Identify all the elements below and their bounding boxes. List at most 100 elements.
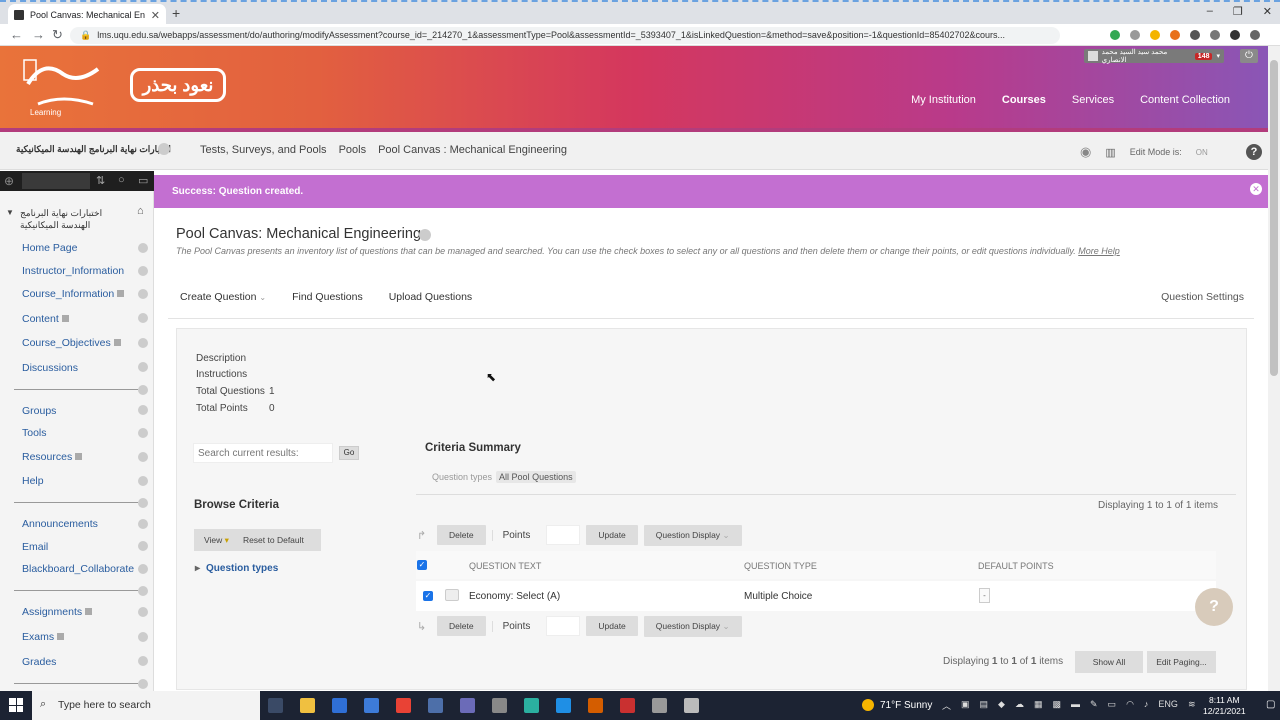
notification-badge[interactable]: 148 [1194,52,1213,60]
breadcrumb-pools[interactable]: Pools [339,144,367,156]
edit-mode-toggle[interactable]: ON [1196,148,1208,157]
tray-icon[interactable]: ▣ [961,699,970,712]
sidebar-item-instructor-information[interactable]: Instructor_Information [22,265,124,277]
clock[interactable]: 8:11 AM 12/21/2021 [1203,695,1246,717]
sidebar-item-grades[interactable]: Grades [22,656,56,668]
wifi-icon[interactable]: ◠ [1126,699,1134,712]
page-title-chevron-icon[interactable] [419,229,431,241]
battery-icon[interactable]: ▭ [1108,699,1117,712]
nav-services[interactable]: Services [1072,94,1114,106]
sidebar-item-menu-icon[interactable] [138,679,148,689]
tray-icon[interactable]: ▦ [1034,699,1043,712]
sidebar-item-home-page[interactable]: Home Page [22,242,77,254]
sidebar-course-title[interactable]: اختبارات نهاية البرنامج الهندسة الميكاني… [20,207,130,231]
points-input[interactable] [546,525,581,545]
sidebar-item-menu-icon[interactable] [138,541,148,551]
tray-icon[interactable]: ◆ [998,699,1005,712]
view-button[interactable]: View ▾ [204,535,229,546]
upload-questions-button[interactable]: Upload Questions [389,291,472,303]
row-checkbox[interactable]: ✓ [423,591,433,601]
edge-icon[interactable] [556,698,571,713]
more-help-link[interactable]: More Help [1078,246,1120,256]
profile-avatar-icon[interactable] [1230,30,1240,40]
logout-icon[interactable]: ⏻ [1240,49,1258,63]
column-question-text[interactable]: QUESTION TEXT [469,561,541,571]
volume-icon[interactable]: ♪ [1144,699,1149,712]
pdf-icon[interactable]: ▩ [1052,699,1061,712]
sidebar-item-content[interactable]: Content [22,313,69,325]
task-view-icon[interactable] [268,698,283,713]
sidebar-item-announcements[interactable]: Announcements [22,518,98,530]
onedrive-icon[interactable]: ☁ [1015,699,1024,712]
reorder-icon[interactable]: ⇅ [96,174,105,187]
question-menu-icon[interactable] [445,589,459,601]
help-icon[interactable]: ? [1246,144,1262,160]
sidebar-item-menu-icon[interactable] [138,338,148,348]
update-button[interactable]: Update [586,525,638,545]
new-tab-icon[interactable]: + [172,5,180,21]
nav-content-collection[interactable]: Content Collection [1140,94,1230,106]
sidebar-item-menu-icon[interactable] [138,498,148,508]
collapse-triangle-icon[interactable]: ▼ [6,208,14,217]
delete-button[interactable]: Delete [437,525,486,545]
question-display-button[interactable]: Question Display ⌄ [643,615,742,637]
close-icon[interactable]: ✕ [1250,183,1262,195]
app-icon[interactable] [492,698,507,713]
app-icon[interactable] [652,698,667,713]
update-button[interactable]: Update [586,616,638,636]
edge-icon[interactable] [524,698,539,713]
sidebar-item-menu-icon[interactable] [138,564,148,574]
question-text[interactable]: Economy: Select (A) [469,591,560,602]
sidebar-item-menu-icon[interactable] [138,656,148,666]
puzzle-icon[interactable] [1190,30,1200,40]
go-button[interactable]: Go [339,446,359,460]
home-icon[interactable]: ⌂ [137,205,144,217]
nav-my-institution[interactable]: My Institution [911,94,976,106]
chrome-icon[interactable] [620,698,635,713]
app-icon[interactable] [460,698,475,713]
breadcrumb-tests-surveys-pools[interactable]: Tests, Surveys, and Pools [200,144,327,156]
extension-icon[interactable] [1130,30,1140,40]
file-explorer-icon[interactable] [300,698,315,713]
chrome-icon[interactable] [396,698,411,713]
tray-icon[interactable]: ✎ [1090,699,1098,712]
url-field[interactable]: 🔒 lms.uqu.edu.sa/webapps/assessment/do/au… [70,27,1060,44]
eye-icon[interactable]: ◉ [1080,144,1091,160]
course-title[interactable]: اختبارات نهاية البرنامج الهندسة الميكاني… [16,144,171,155]
close-window-icon[interactable]: ✕ [1263,5,1272,18]
sidebar-item-help[interactable]: Help [22,475,44,487]
column-question-type[interactable]: QUESTION TYPE [744,561,817,571]
create-question-button[interactable]: Create Question ⌄ [180,291,266,303]
folder-icon[interactable] [1150,30,1160,40]
network-icon[interactable]: ≋ [1188,699,1196,712]
sidebar-item-exams[interactable]: Exams [22,631,65,643]
back-icon[interactable]: ← [10,27,23,42]
default-points-value[interactable]: - [979,588,990,603]
criteria-tag[interactable]: All Pool Questions [496,471,576,483]
sidebar-item-menu-icon[interactable] [138,519,148,529]
sidebar-item-menu-icon[interactable] [138,243,148,253]
question-display-button[interactable]: Question Display ⌄ [643,524,742,546]
add-menu-item-icon[interactable]: ⊕ [4,174,14,188]
sidebar-item-menu-icon[interactable] [138,586,148,596]
sidebar-item-menu-icon[interactable] [138,476,148,486]
browser-tab[interactable]: Pool Canvas: Mechanical Engineer ✕ [8,4,166,26]
sidebar-item-menu-icon[interactable] [138,266,148,276]
language-indicator[interactable]: ENG [1158,699,1178,712]
question-settings-button[interactable]: Question Settings [1161,291,1244,303]
delete-button[interactable]: Delete [437,616,486,636]
app-icon[interactable] [684,698,699,713]
sidebar-item-menu-icon[interactable] [138,607,148,617]
app-icon[interactable] [428,698,443,713]
sidebar-item-blackboard-collaborate[interactable]: Blackboard_Collaborate [22,563,134,575]
weather-widget[interactable]: 71°F Sunny [862,699,932,711]
sidebar-item-menu-icon[interactable] [138,452,148,462]
user-menu[interactable]: محمد سيد السيد محمد الانصاري 148 ▾ [1084,49,1224,64]
forward-icon[interactable]: → [32,27,45,42]
taskbar-search[interactable]: ⌕ Type here to search [32,691,260,720]
question-types-toggle[interactable]: ▸ Question types [195,563,278,574]
mail-icon[interactable] [364,698,379,713]
sidebar-item-menu-icon[interactable] [138,405,148,415]
app-icon[interactable] [588,698,603,713]
store-icon[interactable] [332,698,347,713]
